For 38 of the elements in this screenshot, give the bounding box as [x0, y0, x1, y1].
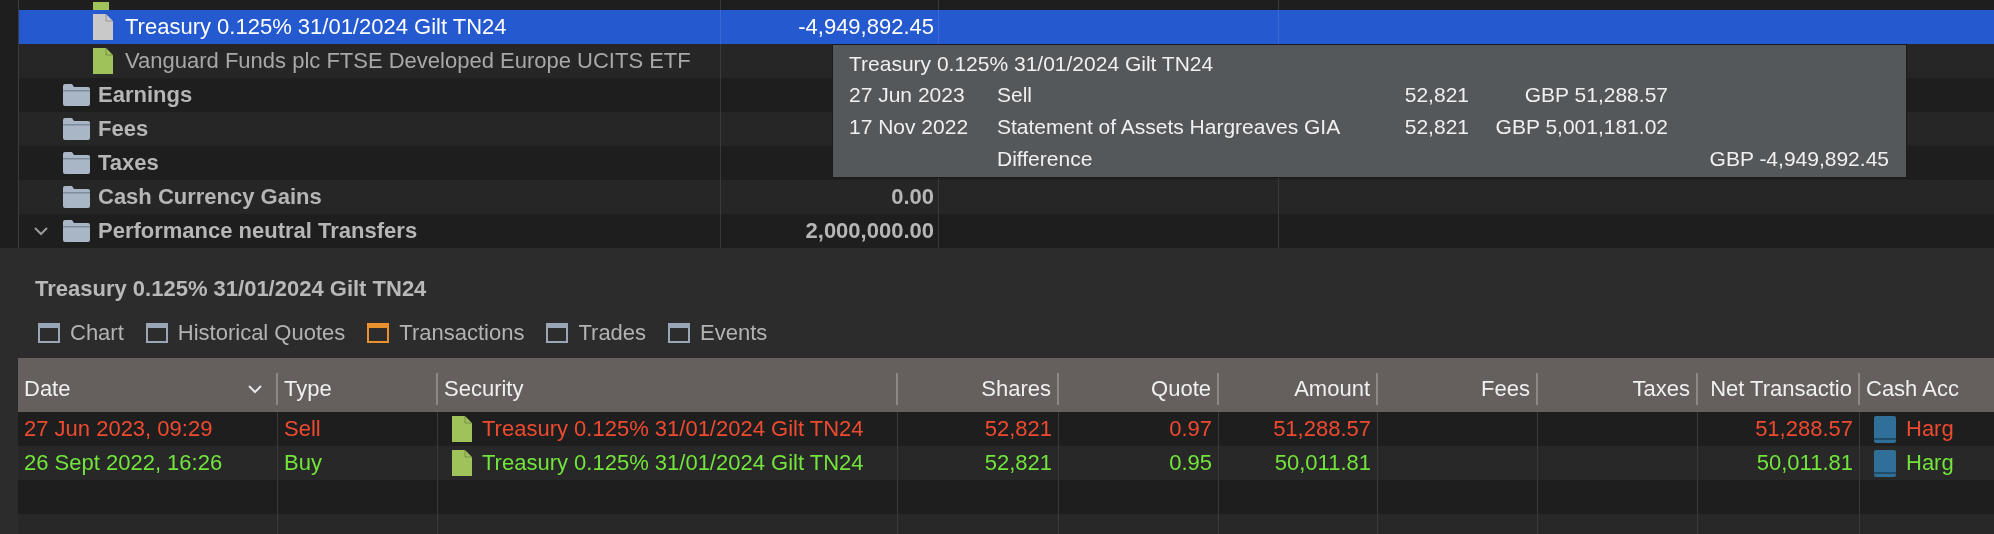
folder-label: Performance neutral Transfers: [98, 218, 418, 244]
amount-text: GBP 5,001,181.02: [1494, 115, 1668, 139]
table-cell: 26 Sept 2022, 16:26: [24, 450, 223, 476]
folder-label: Cash Currency Gains: [98, 184, 322, 210]
value-text: 2,000,000.00: [805, 218, 934, 244]
transaction-text: Statement of Assets Hargreaves GIA: [997, 115, 1342, 139]
table-cell: 52,821: [984, 416, 1052, 442]
table-cell: Treasury 0.125% 31/01/2024 Gilt TN24: [482, 416, 864, 442]
table-cell: Treasury 0.125% 31/01/2024 Gilt TN24: [482, 450, 864, 476]
tooltip-title: Treasury 0.125% 31/01/2024 Gilt TN24: [849, 51, 1215, 77]
shares-text: 52,821: [1403, 115, 1469, 139]
difference-label: Difference: [997, 147, 1094, 171]
table-cell: 50,011.81: [1274, 450, 1371, 476]
value-text: -4,949,892.45: [798, 14, 934, 40]
table-cell: Sell: [284, 416, 321, 442]
table-cell: 51,288.57: [1273, 416, 1371, 442]
folder-label: Earnings: [98, 82, 193, 108]
folder-label: Fees: [98, 116, 149, 142]
table-cell: Buy: [284, 450, 322, 476]
value-text: 0.00: [891, 184, 934, 210]
security-label: Treasury 0.125% 31/01/2024 Gilt TN24: [125, 14, 507, 40]
date-text: 17 Nov 2022: [849, 115, 970, 139]
amount-text: GBP 51,288.57: [1523, 83, 1668, 107]
shares-text: 52,821: [1403, 83, 1469, 107]
table-cell: 0.95: [1169, 450, 1212, 476]
table-cell: 52,821: [984, 450, 1052, 476]
table-cell: Harg: [1906, 450, 1954, 476]
detail-title: Treasury 0.125% 31/01/2024 Gilt TN24: [34, 275, 428, 303]
date-text: 27 Jun 2023: [849, 83, 966, 107]
transaction-text: Sell: [997, 83, 1034, 107]
table-cell: Harg: [1906, 416, 1954, 442]
table-cell: 51,288.57: [1755, 416, 1853, 442]
table-cell: 50,011.81: [1756, 450, 1853, 476]
difference-amount: GBP -4,949,892.45: [1708, 147, 1889, 171]
security-label: Vanguard Funds plc FTSE Developed Europe UCITS ETF: [125, 48, 691, 74]
table-cell: 27 Jun 2023, 09:29: [24, 416, 213, 442]
folder-label: Taxes: [98, 150, 159, 176]
table-cell: 0.97: [1169, 416, 1212, 442]
